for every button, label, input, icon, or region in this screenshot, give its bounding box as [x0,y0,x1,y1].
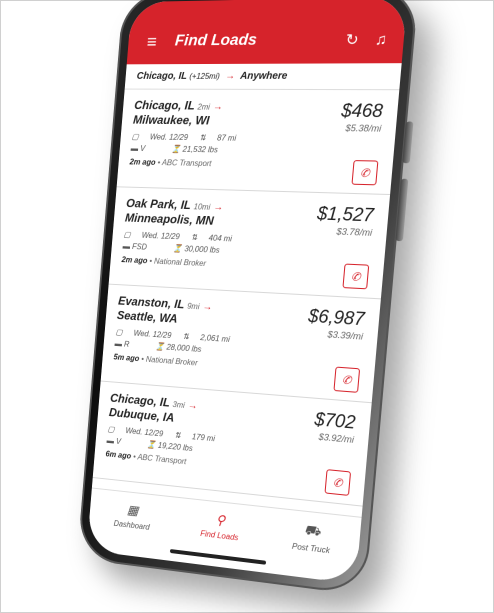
load-equipment: FSD [132,242,147,251]
load-equipment: V [140,144,146,153]
load-weight: 28,000 lbs [166,343,202,354]
arrow-right-icon: → [213,202,224,213]
truck-icon: ▬ [122,242,130,251]
weight-icon: ⏳ [155,342,165,351]
refresh-icon[interactable]: ↻ [345,30,360,49]
load-price: $468 $5.38/mi [339,100,383,133]
load-card[interactable]: Chicago, IL 3mi → Dubuque, IA ▢ Wed. 12/2… [93,381,372,506]
posted-ago: 6m ago [105,449,131,460]
app-bar: ≡ Find Loads ↻ ♫ [127,15,406,64]
calendar-icon: ▢ [115,328,123,337]
load-distance: 2,061 mi [200,333,230,344]
distance-icon: ⇅ [199,133,206,142]
tab-post-truck[interactable]: ⛟ Post Truck [273,519,348,583]
posted-ago: 2m ago [129,158,156,167]
weight-icon: ⏳ [173,244,183,253]
page-title: Find Loads [174,31,330,51]
weight-icon: ⏳ [171,145,181,154]
price-total: $702 [314,409,357,434]
load-price: $702 $3.92/mi [313,409,357,445]
app-screen: ≡ Find Loads ↻ ♫ Chicago, IL (+125mi) → … [87,0,408,584]
calendar-icon: ▢ [131,132,139,141]
broker-name: National Broker [146,355,198,368]
tab-label: Dashboard [113,519,150,532]
load-price: $6,987 $3.39/mi [306,306,365,342]
phone-icon[interactable]: ✆ [324,469,351,496]
price-rate: $3.39/mi [306,328,363,342]
volume-button [402,122,413,164]
load-weight: 19,220 lbs [158,441,193,453]
broker-name: ABC Transport [162,158,212,168]
price-total: $1,527 [316,203,374,226]
price-total: $6,987 [307,306,365,331]
broker-name: National Broker [154,257,207,268]
route-filter[interactable]: Chicago, IL (+125mi) → Anywhere [125,63,402,90]
posted-ago: 5m ago [113,353,139,364]
load-weight: 30,000 lbs [184,244,220,254]
truck-icon: ▬ [130,144,138,153]
origin-distance: 9mi [187,302,200,312]
calendar-icon: ▢ [123,230,131,239]
phone-body: ≡ Find Loads ↻ ♫ Chicago, IL (+125mi) → … [77,0,419,596]
dashboard-icon: ▦ [100,499,166,522]
load-date: Wed. 12/29 [125,426,163,438]
load-distance: 179 mi [192,432,216,443]
load-date: Wed. 12/29 [141,231,180,241]
weight-icon: ⏳ [146,440,156,450]
search-icon: ⚲ [186,509,255,532]
load-price: $1,527 $3.78/mi [315,203,374,238]
phone-icon[interactable]: ✆ [333,367,360,393]
bell-icon[interactable]: ♫ [374,31,387,49]
load-equipment: R [124,340,130,349]
origin-distance: 2mi [197,103,210,112]
load-distance: 87 mi [217,134,237,143]
price-rate: $5.38/mi [339,123,381,134]
load-meta: ▢ Wed. 12/29 ⇅ 87 mi [131,132,382,145]
origin-distance: 10mi [193,202,210,211]
tab-dashboard[interactable]: ▦ Dashboard [97,499,166,560]
route-radius: (+125mi) [189,72,220,81]
origin-city: Chicago, IL [134,98,195,112]
load-meta-2: ▬ V ⏳ 21,532 lbs [130,144,381,158]
broker-name: ABC Transport [137,453,187,467]
truck-icon: ⛟ [277,519,349,545]
power-button [395,179,408,242]
phone-icon[interactable]: ✆ [342,264,369,290]
phone-mockup: ≡ Find Loads ↻ ♫ Chicago, IL (+125mi) → … [76,0,430,607]
load-date: Wed. 12/29 [133,329,172,340]
distance-icon: ⇅ [191,233,198,242]
load-distance: 404 mi [208,234,232,244]
truck-icon: ▬ [106,436,114,445]
origin-distance: 3mi [172,400,185,410]
price-rate: $3.78/mi [315,226,372,238]
phone-icon[interactable]: ✆ [351,160,378,185]
load-date: Wed. 12/29 [149,133,188,142]
calendar-icon: ▢ [107,425,115,434]
distance-icon: ⇅ [182,332,189,341]
load-equipment: V [116,437,122,446]
load-card[interactable]: Oak Park, IL 10mi → Minneapolis, MN ▢ Wed… [109,187,390,299]
load-card[interactable]: Chicago, IL 2mi → Milwaukee, WI ▢ Wed. 12… [117,90,400,195]
load-weight: 21,532 lbs [182,145,218,155]
tab-label: Post Truck [292,542,331,556]
distance-icon: ⇅ [174,431,181,440]
menu-icon[interactable]: ≡ [146,31,163,52]
tab-label: Find Loads [200,529,239,542]
route-destination: Anywhere [240,71,288,82]
truck-icon: ▬ [114,339,122,348]
route-origin: Chicago, IL [136,71,187,82]
arrow-right-icon: → [213,102,224,113]
price-total: $468 [340,100,383,122]
arrow-right-icon: → [202,302,212,313]
arrow-right-icon: → [187,400,197,412]
posted-ago: 2m ago [121,255,147,265]
arrow-right-icon: → [225,71,236,82]
load-posted: 2m ago • ABC Transport [129,158,380,172]
origin-city: Oak Park, IL [126,196,192,212]
